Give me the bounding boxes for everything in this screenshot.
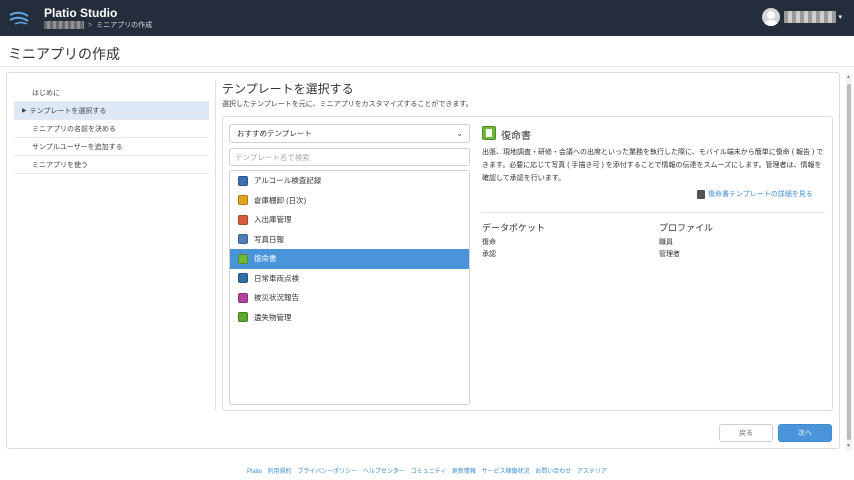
template-item[interactable]: 被災状況報告 [230, 288, 469, 308]
template-item[interactable]: 日常車両点検 [230, 269, 469, 289]
step-label: ミニアプリを使う [32, 161, 88, 169]
next-button[interactable]: 次へ [778, 424, 832, 442]
footer-link-terms[interactable]: 利用規約 [268, 469, 292, 475]
platio-logo-icon[interactable] [9, 11, 29, 25]
template-search-input[interactable] [229, 148, 470, 166]
footer-link-community[interactable]: コミュニティ [411, 469, 447, 475]
profile-heading: プロファイル [659, 223, 714, 233]
app-title[interactable]: Platio Studio [44, 6, 117, 20]
warehouse-icon [238, 195, 248, 206]
link-label: 復命書テンプレートの詳細を見る [708, 191, 813, 198]
chevron-down-icon: ⌄ [456, 129, 463, 138]
photo-icon [238, 234, 248, 245]
divider [0, 66, 854, 67]
template-label: 復命書 [254, 254, 277, 264]
template-label: 入出庫管理 [254, 215, 292, 225]
breadcrumb-separator: > [88, 21, 93, 29]
footer-link-status[interactable]: サービス稼働状況 [482, 469, 530, 475]
template-list: アルコール検査記録 倉庫棚卸 (日次) 入出庫管理 写真日報 復命書 日常車両点… [229, 170, 470, 405]
scrollbar-thumb[interactable] [847, 84, 851, 440]
breathalyzer-icon [238, 175, 248, 186]
wizard-steps: はじめに ▶ テンプレートを選択する ミニアプリの名前を決める サンプルユーザー… [14, 84, 209, 174]
lost-item-icon [238, 312, 248, 323]
footer-link-updates[interactable]: 更新情報 [452, 469, 476, 475]
report-icon [238, 253, 248, 264]
template-label: 被災状況報告 [254, 293, 299, 303]
report-icon [482, 126, 496, 140]
footer-link-help[interactable]: ヘルプセンター [363, 469, 405, 475]
document-icon [697, 189, 705, 199]
detail-title: 復命書 [501, 131, 531, 142]
template-item[interactable]: 入出庫管理 [230, 210, 469, 230]
template-details-link[interactable]: 復命書テンプレートの詳細を見る [697, 189, 813, 199]
back-button[interactable]: 戻る [719, 424, 773, 442]
template-category-select[interactable]: おすすめテンプレート ⌄ [229, 124, 470, 143]
footer-link-platio[interactable]: Platio [247, 469, 262, 475]
step-use-app[interactable]: ミニアプリを使う [14, 156, 209, 174]
template-label: アルコール検査記録 [254, 176, 322, 186]
step-app-name[interactable]: ミニアプリの名前を決める [14, 120, 209, 138]
select-value: おすすめテンプレート [237, 129, 312, 138]
template-item[interactable]: アルコール検査記録 [230, 171, 469, 191]
footer-link-contact[interactable]: お問い合わせ [535, 469, 571, 475]
step-label: サンプルユーザーを追加する [32, 143, 123, 151]
footer-link-privacy[interactable]: プライバシーポリシー [297, 469, 357, 475]
template-item[interactable]: 遺失物管理 [230, 308, 469, 328]
template-label: 倉庫棚卸 (日次) [254, 195, 307, 205]
user-menu[interactable]: ▾ [762, 8, 842, 26]
template-item[interactable]: 写真日報 [230, 230, 469, 250]
profile-item: 職員 [659, 239, 673, 246]
footer-links: Platio 利用規約 プライバシーポリシー ヘルプセンター コミュニティ 更新… [0, 466, 854, 475]
top-bar: Platio Studio > ミニアプリの作成 ▾ [0, 0, 854, 36]
footer-link-asteria[interactable]: アステリア [577, 469, 607, 475]
step-intro[interactable]: はじめに [14, 84, 209, 102]
caret-down-icon[interactable]: ▾ [838, 13, 842, 21]
breadcrumb-workspace[interactable] [44, 21, 84, 29]
template-label: 遺失物管理 [254, 312, 292, 322]
template-label: 日常車両点検 [254, 273, 299, 283]
template-item-selected[interactable]: 復命書 [230, 249, 469, 269]
section-title: テンプレートを選択する [222, 82, 354, 96]
breadcrumb: > ミニアプリの作成 [44, 20, 152, 30]
profile-item: 管理者 [659, 251, 680, 258]
current-step-arrow-icon: ▶ [22, 108, 27, 114]
disaster-icon [238, 292, 248, 303]
data-pocket-heading: データポケット [482, 223, 546, 233]
template-item[interactable]: 倉庫棚卸 (日次) [230, 191, 469, 211]
breadcrumb-current: ミニアプリの作成 [96, 22, 153, 29]
step-select-template[interactable]: ▶ テンプレートを選択する [14, 102, 209, 120]
step-add-sample-user[interactable]: サンプルユーザーを追加する [14, 138, 209, 156]
avatar[interactable] [762, 8, 781, 26]
data-pocket-item: 承認 [482, 251, 496, 258]
step-label: テンプレートを選択する [29, 107, 107, 115]
scroll-down-icon[interactable]: ▼ [846, 443, 851, 449]
step-label: はじめに [32, 89, 60, 97]
step-label: ミニアプリの名前を決める [32, 125, 116, 133]
data-pocket-item: 復命 [482, 239, 496, 246]
section-description: 選択したテンプレートを元に、ミニアプリをカスタマイズすることができます。 [222, 101, 473, 108]
scroll-up-icon[interactable]: ▲ [846, 74, 851, 80]
page-title: ミニアプリの作成 [8, 46, 120, 62]
user-name-redacted[interactable] [784, 11, 837, 23]
inventory-icon [238, 214, 248, 225]
template-label: 写真日報 [254, 234, 284, 244]
detail-description: 出張、現地調査・研修・会議への出席といった業務を執行した際に、モバイル端末から簡… [482, 149, 824, 182]
divider [481, 212, 825, 213]
car-icon [238, 273, 248, 284]
divider [215, 80, 216, 410]
